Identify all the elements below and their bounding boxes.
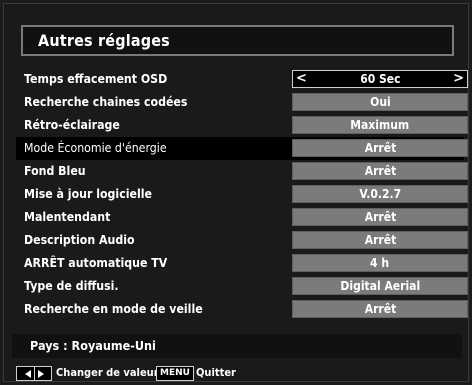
setting-row-blue-background[interactable]: Fond Bleu Arrêt [24, 160, 468, 183]
change-value-hint: Changer de valeur [56, 366, 159, 379]
setting-value-box[interactable]: Maximum [292, 116, 468, 134]
country-label: Pays : Royaume-Uni [30, 338, 156, 353]
setting-value: Maximum [350, 118, 410, 132]
menu-key-icon: MENU [156, 366, 194, 381]
footer-hints: Changer de valeur MENU Quitter [12, 365, 462, 383]
setting-value: Oui [369, 95, 391, 109]
setting-value: Arrêt [364, 302, 396, 316]
setting-value: Arrêt [364, 164, 396, 178]
setting-label: ARRÊT automatique TV [24, 255, 168, 270]
setting-value-box[interactable]: 4 h [292, 254, 468, 272]
setting-value: Arrêt [364, 210, 396, 224]
setting-row-scrambled-search[interactable]: Recherche chaines codées Oui [24, 91, 468, 114]
setting-value-selector[interactable]: < 60 Sec > [292, 70, 468, 88]
setting-label: Rétro-éclairage [24, 117, 120, 132]
left-right-key-icon [16, 366, 52, 381]
arrow-left-icon[interactable]: < [296, 71, 307, 87]
settings-window: Autres réglages Temps effacement OSD < 6… [3, 3, 469, 382]
setting-value-box[interactable]: Arrêt [292, 208, 468, 226]
setting-value-box[interactable]: Oui [292, 93, 468, 111]
setting-value-box[interactable]: Arrêt [292, 162, 468, 180]
setting-row-energy-saving[interactable]: Mode Économie d'énergie Arrêt [16, 137, 468, 160]
setting-label: Temps effacement OSD [24, 71, 168, 86]
setting-value: Digital Aerial [340, 279, 420, 293]
setting-value: Arrêt [364, 233, 396, 247]
setting-value-box[interactable]: Arrêt [292, 300, 468, 318]
setting-row-standby-search[interactable]: Recherche en mode de veille Arrêt [24, 298, 468, 321]
setting-row-hard-of-hearing[interactable]: Malentendant Arrêt [24, 206, 468, 229]
setting-value-box[interactable]: Arrêt [292, 139, 468, 157]
setting-label: Mise à jour logicielle [24, 186, 152, 201]
setting-row-software-update[interactable]: Mise à jour logicielle V.0.2.7 [24, 183, 468, 206]
setting-label: Fond Bleu [24, 163, 86, 178]
setting-value-box[interactable]: V.0.2.7 [292, 185, 468, 203]
setting-value-box[interactable]: Arrêt [292, 231, 468, 249]
country-info-bar: Pays : Royaume-Uni [12, 334, 462, 358]
setting-value: 4 h [370, 256, 390, 270]
settings-list: Temps effacement OSD < 60 Sec > Recherch… [16, 68, 468, 321]
setting-label: Recherche en mode de veille [24, 301, 203, 316]
setting-row-auto-tv-off[interactable]: ARRÊT automatique TV 4 h [24, 252, 468, 275]
setting-label: Description Audio [24, 232, 135, 247]
setting-value: Arrêt [364, 141, 396, 155]
setting-value-box[interactable]: Digital Aerial [292, 277, 468, 295]
page-title: Autres réglages [38, 31, 170, 50]
setting-label: Mode Économie d'énergie [24, 140, 167, 155]
setting-value: V.0.2.7 [359, 187, 401, 201]
quit-hint: Quitter [196, 366, 236, 379]
setting-value: 60 Sec [359, 72, 401, 86]
setting-row-broadcast-type[interactable]: Type de diffusi. Digital Aerial [24, 275, 468, 298]
setting-row-audio-description[interactable]: Description Audio Arrêt [24, 229, 468, 252]
setting-label: Recherche chaines codées [24, 94, 188, 109]
title-bar: Autres réglages [21, 25, 454, 56]
setting-label: Malentendant [24, 209, 111, 224]
setting-row-backlight[interactable]: Rétro-éclairage Maximum [24, 114, 468, 137]
arrow-right-icon[interactable]: > [453, 71, 464, 87]
setting-row-osd-timeout[interactable]: Temps effacement OSD < 60 Sec > [24, 68, 468, 91]
setting-label: Type de diffusi. [24, 278, 119, 293]
